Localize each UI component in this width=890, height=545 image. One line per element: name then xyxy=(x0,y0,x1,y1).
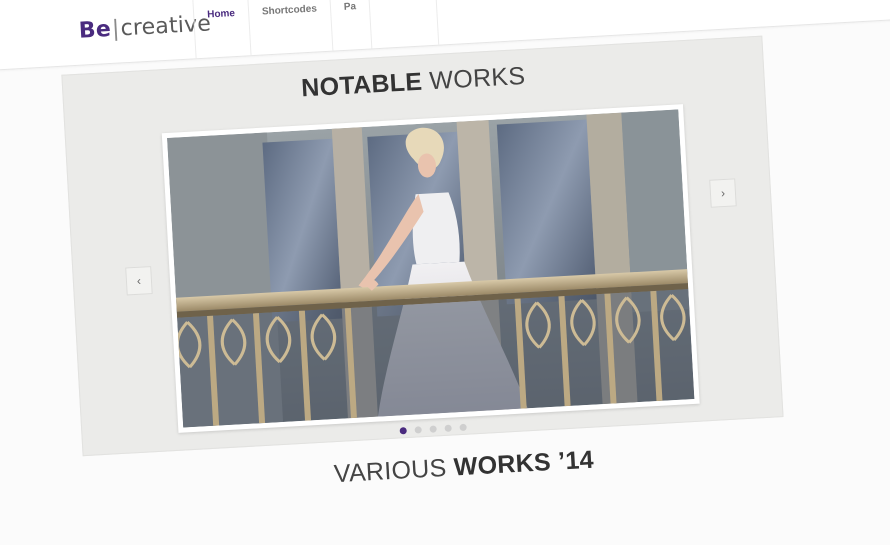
slide-frame xyxy=(161,104,700,433)
title-light: WORKS xyxy=(428,61,527,96)
slider-dot[interactable] xyxy=(443,424,452,432)
slider-dot[interactable] xyxy=(399,427,407,435)
slider-dot[interactable] xyxy=(429,425,437,433)
various-light: VARIOUS xyxy=(333,453,448,489)
main-nav: Home Shortcodes Pa xyxy=(190,0,440,59)
slide-image xyxy=(167,109,695,428)
logo-divider: | xyxy=(111,16,121,42)
nav-item-shortcodes[interactable]: Shortcodes xyxy=(245,0,333,56)
slider-next-button[interactable]: › xyxy=(709,178,737,208)
page: Be|creative Home Shortcodes Pa NOTABLE W… xyxy=(0,0,890,545)
logo[interactable]: Be|creative xyxy=(78,11,211,43)
nav-item-more[interactable] xyxy=(366,0,440,49)
logo-be: Be xyxy=(78,16,112,44)
nav-item-pages[interactable]: Pa xyxy=(327,0,372,51)
slider-dot[interactable] xyxy=(458,423,467,432)
nav-item-home[interactable]: Home xyxy=(190,0,251,59)
various-bold: WORKS xyxy=(452,448,552,482)
slider-prev-button[interactable]: ‹ xyxy=(125,266,153,296)
chevron-right-icon: › xyxy=(720,185,726,201)
notable-works-slider: NOTABLE WORKS ‹ › xyxy=(61,35,784,457)
chevron-left-icon: ‹ xyxy=(136,273,142,288)
slider-dot[interactable] xyxy=(414,426,422,434)
various-year: ’14 xyxy=(557,445,595,476)
title-bold: NOTABLE xyxy=(300,67,424,103)
